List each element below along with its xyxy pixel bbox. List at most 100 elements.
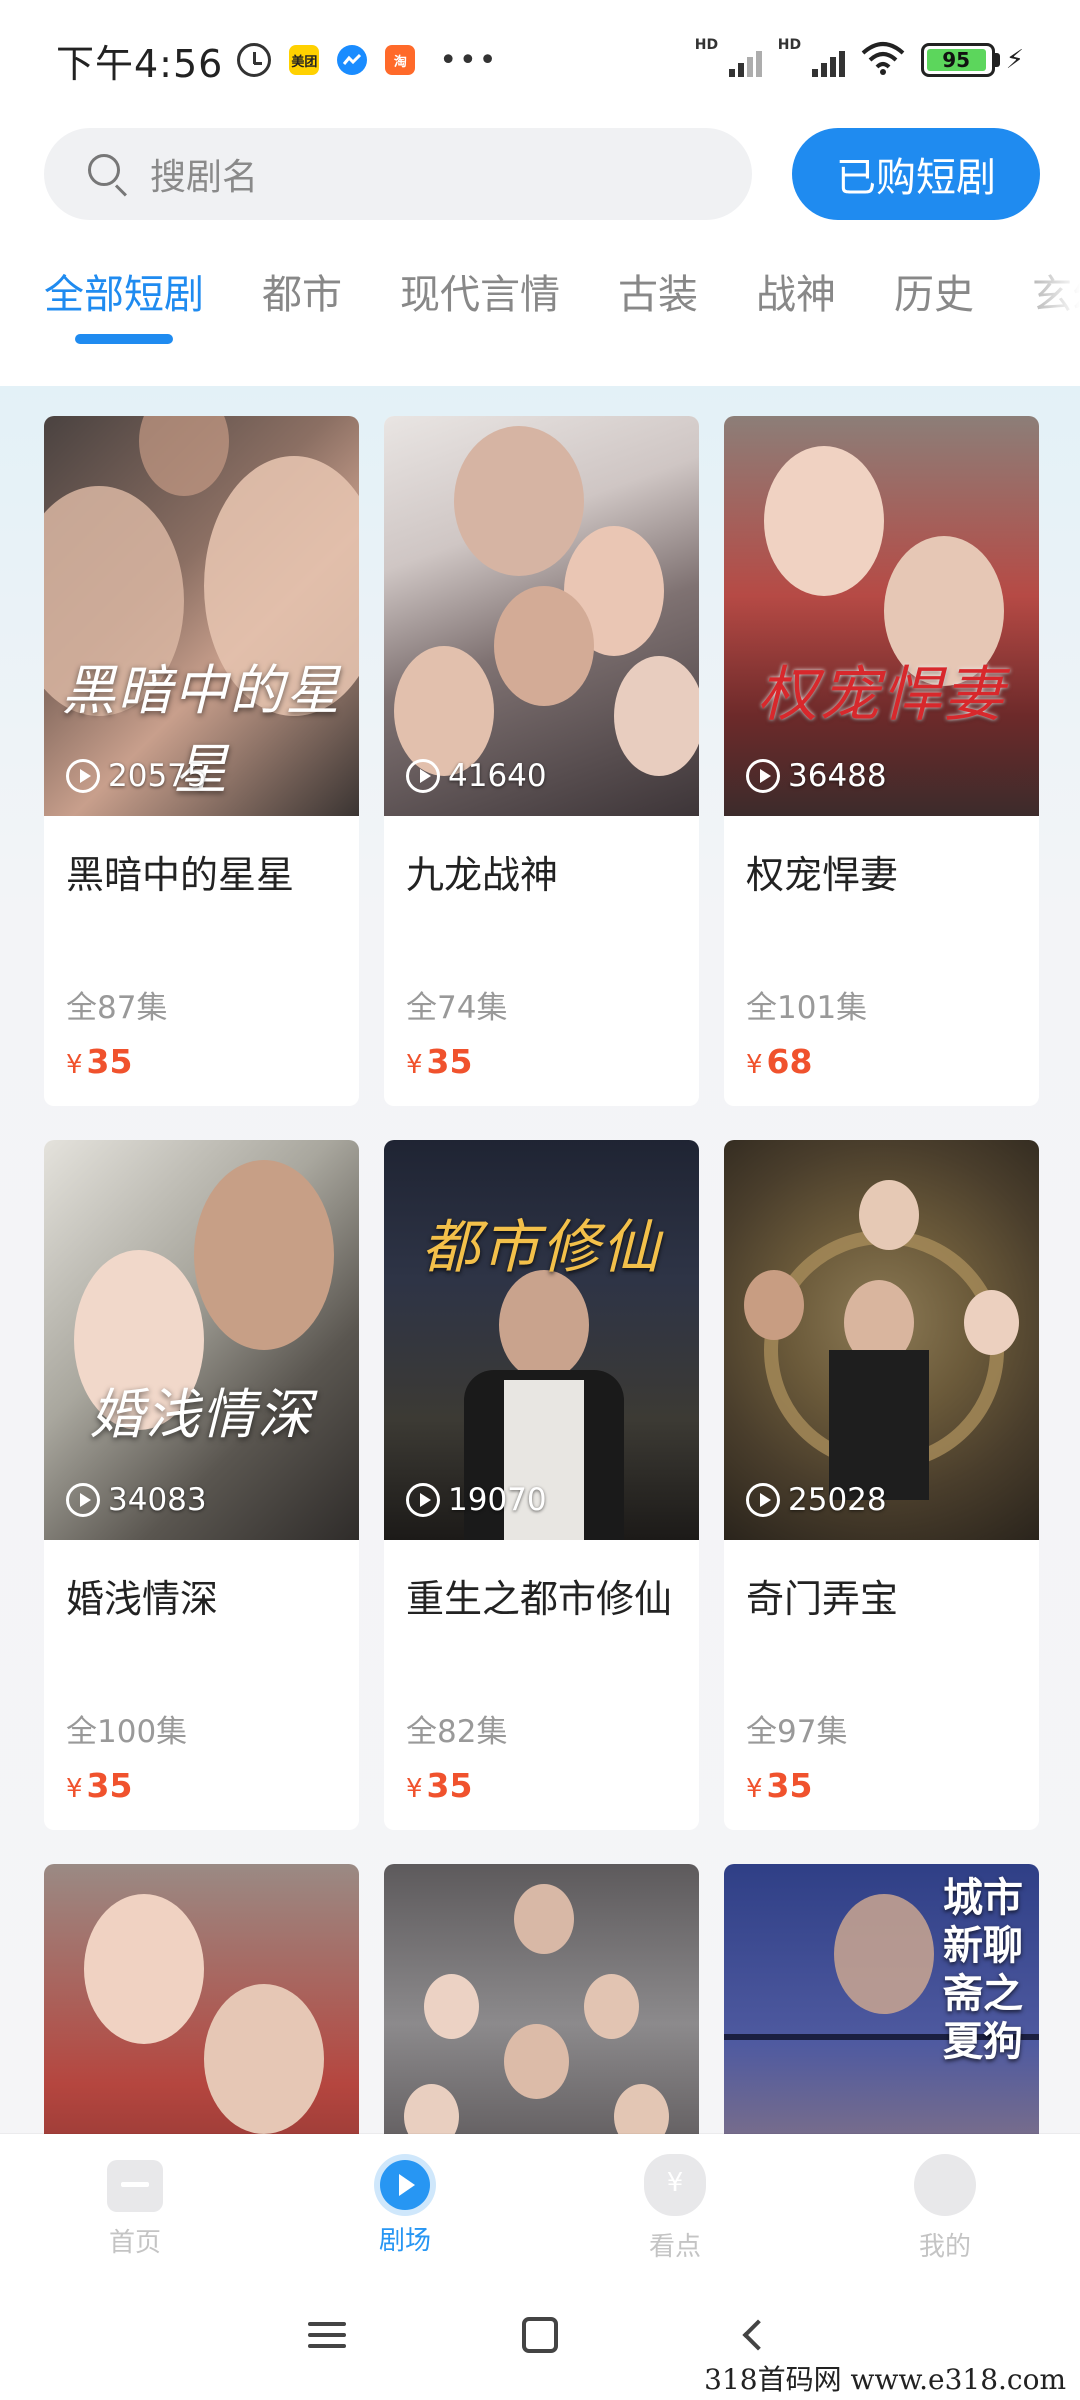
- drama-card[interactable]: [384, 1864, 699, 2134]
- currency-symbol: ¥: [746, 1050, 763, 1080]
- currency-symbol: ¥: [406, 1774, 423, 1804]
- square-home-icon: [521, 2317, 558, 2353]
- price-value: 35: [426, 1042, 473, 1081]
- play-count-icon: [66, 759, 100, 793]
- drama-grid: 黑暗中的星星 20575 黑暗中的星星 全87集 ¥35 41640 九龙战神 …: [44, 416, 1040, 2134]
- currency-symbol: ¥: [406, 1050, 423, 1080]
- search-input[interactable]: 搜剧名: [44, 128, 752, 220]
- purchased-dramas-button[interactable]: 已购短剧: [792, 128, 1040, 220]
- charging-icon: ⚡: [1005, 45, 1024, 75]
- back-button[interactable]: [723, 2305, 783, 2365]
- category-tabs: 全部短剧 都市 现代言情 古装 战神 历史 玄幻: [0, 250, 1080, 350]
- tab-war-god[interactable]: 战神: [756, 250, 836, 350]
- site-watermark: 318首码网 www.e318.com: [698, 2358, 1072, 2398]
- drama-card[interactable]: 权宠悍妻 36488 权宠悍妻 全101集 ¥68: [724, 416, 1039, 1106]
- tab-modern-romance[interactable]: 现代言情: [400, 250, 560, 350]
- drama-card[interactable]: 25028 奇门弄宝 全97集 ¥35: [724, 1140, 1039, 1830]
- drama-poster: 黑暗中的星星 20575: [44, 416, 359, 816]
- drama-poster: 25028: [724, 1140, 1039, 1540]
- status-time: 下午4:56: [56, 41, 224, 86]
- drama-title: 权宠悍妻: [746, 853, 899, 897]
- nav-home[interactable]: 首页: [0, 2134, 270, 2270]
- poster-title-text: 城市新聊斋之夏狗: [943, 1874, 1023, 2065]
- battery-level: 95: [926, 48, 986, 72]
- episode-count: 全101集: [746, 990, 868, 1026]
- drama-poster: 41640: [384, 416, 699, 816]
- view-count: 36488: [746, 758, 887, 794]
- search-icon: [88, 154, 128, 197]
- view-count: 19070: [406, 1482, 547, 1518]
- play-count-icon: [746, 759, 780, 793]
- nav-theater[interactable]: 剧场: [270, 2134, 540, 2270]
- drama-price: ¥35: [66, 1042, 132, 1081]
- tab-all-dramas[interactable]: 全部短剧: [44, 250, 204, 350]
- price-value: 35: [86, 1766, 133, 1805]
- drama-price: ¥35: [406, 1042, 472, 1081]
- wifi-icon: [861, 41, 905, 79]
- drama-title: 婚浅情深: [66, 1577, 219, 1621]
- tab-urban[interactable]: 都市: [262, 250, 342, 350]
- hd-label-2: HD: [777, 37, 802, 53]
- view-count: 25028: [746, 1482, 887, 1518]
- episode-count: 全74集: [406, 990, 508, 1026]
- poster-title-text: 都市修仙: [421, 1213, 662, 1281]
- price-value: 68: [766, 1042, 813, 1081]
- drama-card[interactable]: 城市新聊斋之夏狗: [724, 1864, 1039, 2134]
- nav-highlights-label: 看点: [648, 2232, 701, 2262]
- view-count-value: 34083: [108, 1482, 207, 1518]
- drama-poster: 权宠悍妻 36488: [724, 416, 1039, 816]
- price-value: 35: [766, 1766, 813, 1805]
- drama-title: 重生之都市修仙: [406, 1577, 673, 1621]
- view-count: 34083: [66, 1482, 207, 1518]
- drama-card[interactable]: 都市修仙 19070 重生之都市修仙 全82集 ¥35: [384, 1140, 699, 1830]
- drama-poster: [384, 1864, 699, 2134]
- drama-title: 九龙战神: [406, 853, 559, 897]
- drama-card[interactable]: 婚浅情深 34083 婚浅情深 全100集 ¥35: [44, 1140, 359, 1830]
- drama-title: 黑暗中的星星: [66, 853, 295, 897]
- more-notifications-icon: •••: [439, 42, 499, 78]
- back-arrow-icon: [742, 2319, 774, 2351]
- drama-poster: 婚浅情深 34083: [44, 1140, 359, 1540]
- currency-symbol: ¥: [66, 1774, 83, 1804]
- view-count: 20575: [66, 758, 207, 794]
- recent-apps-button[interactable]: [297, 2305, 357, 2365]
- status-bar: 下午4:56 美团 淘 ••• HD HD 95 ⚡: [0, 0, 1080, 120]
- status-notification-icons: 美团 淘 •••: [237, 43, 498, 78]
- nav-profile[interactable]: 我的: [810, 2134, 1080, 2270]
- view-count-value: 41640: [448, 758, 547, 794]
- view-count-value: 25028: [788, 1482, 887, 1518]
- status-system-icons: HD HD 95 ⚡: [695, 37, 1024, 79]
- drama-card[interactable]: 黑暗中的星星 20575 黑暗中的星星 全87集 ¥35: [44, 416, 359, 1106]
- money-bag-icon: ¥: [644, 2154, 706, 2216]
- play-count-icon: [406, 759, 440, 793]
- tabs-fade: [1000, 250, 1080, 340]
- price-value: 35: [426, 1766, 473, 1805]
- menu-icon: [307, 2315, 346, 2355]
- browser-app-icon: [337, 45, 368, 75]
- view-count-value: 36488: [788, 758, 887, 794]
- nav-home-label: 首页: [108, 2228, 161, 2258]
- profile-icon: [914, 2154, 976, 2216]
- hd-label: HD: [694, 37, 719, 53]
- signal-strength-icon-2: HD: [778, 37, 845, 77]
- drama-list[interactable]: 黑暗中的星星 20575 黑暗中的星星 全87集 ¥35 41640 九龙战神 …: [0, 386, 1080, 2134]
- play-count-icon: [406, 1483, 440, 1517]
- alarm-icon: [237, 43, 272, 77]
- drama-title: 奇门弄宝: [746, 1577, 899, 1621]
- drama-card[interactable]: [44, 1864, 359, 2134]
- currency-symbol: ¥: [746, 1774, 763, 1804]
- poster-title-text: 权宠悍妻: [757, 660, 1006, 730]
- battery-icon: 95 ⚡: [920, 43, 1024, 77]
- episode-count: 全82集: [406, 1714, 508, 1750]
- drama-card[interactable]: 41640 九龙战神 全74集 ¥35: [384, 416, 699, 1106]
- home-icon: [107, 2160, 163, 2212]
- drama-poster: 城市新聊斋之夏狗: [724, 1864, 1039, 2134]
- tab-costume[interactable]: 古装: [618, 250, 698, 350]
- meituan-app-icon: 美团: [289, 45, 320, 75]
- tab-history[interactable]: 历史: [894, 250, 974, 350]
- drama-price: ¥68: [746, 1042, 812, 1081]
- play-count-icon: [746, 1483, 780, 1517]
- view-count: 41640: [406, 758, 547, 794]
- nav-highlights[interactable]: ¥ 看点: [540, 2134, 810, 2270]
- home-button[interactable]: [510, 2305, 570, 2365]
